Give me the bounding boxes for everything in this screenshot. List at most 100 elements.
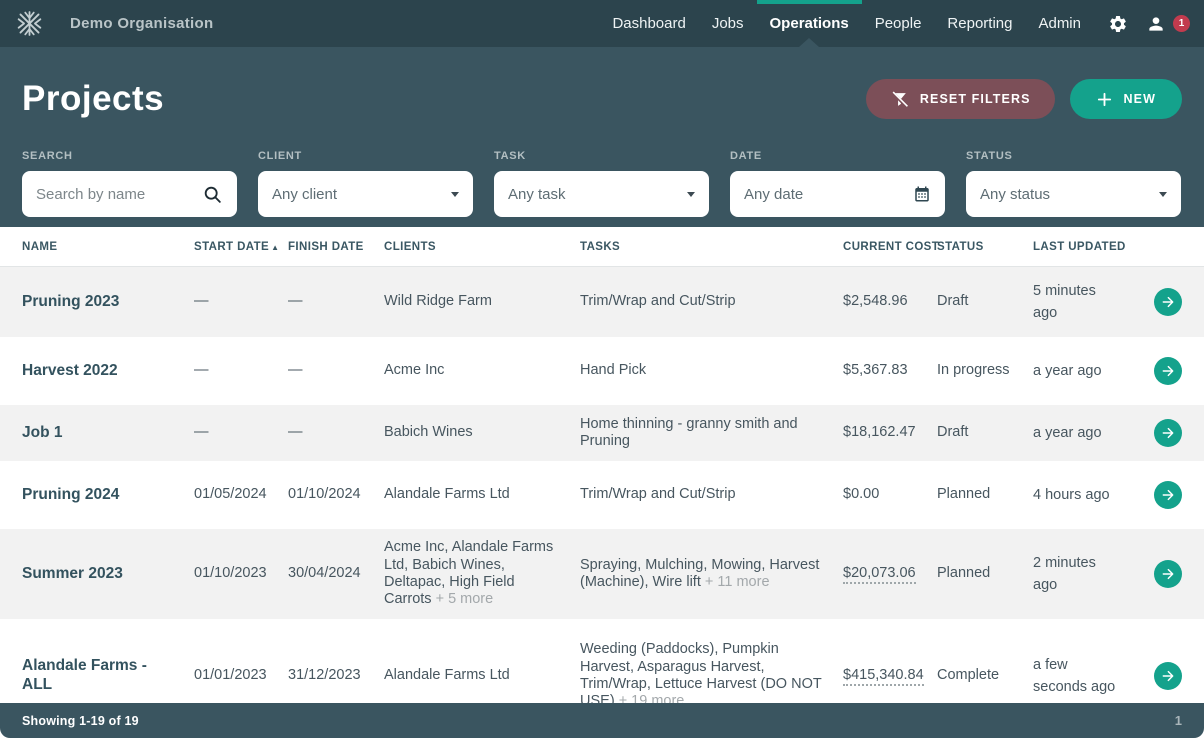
clients-cell: Alandale Farms Ltd	[384, 486, 580, 503]
plus-icon	[1096, 91, 1113, 108]
nav-item-reporting[interactable]: Reporting	[934, 0, 1025, 47]
open-project-button[interactable]	[1154, 560, 1182, 588]
task-filter-label: TASK	[494, 150, 709, 162]
notification-badge[interactable]: 1	[1173, 15, 1190, 32]
arrow-right-icon	[1160, 294, 1176, 310]
project-name[interactable]: Job 1	[22, 424, 194, 443]
open-project-button[interactable]	[1154, 662, 1182, 690]
start-date: 01/01/2023	[194, 667, 288, 684]
column-header-last-updated[interactable]: LAST UPDATED	[1033, 241, 1131, 253]
chevron-down-icon	[687, 192, 695, 197]
column-header-start-date[interactable]: START DATE▲	[194, 241, 288, 253]
top-navigation-bar: Demo Organisation Dashboard Jobs Operati…	[0, 0, 1204, 47]
table-footer: Showing 1-19 of 19 1	[0, 703, 1204, 738]
arrow-right-icon	[1160, 566, 1176, 582]
finish-date: —	[288, 424, 384, 441]
tasks-more-count[interactable]: + 11 more	[705, 574, 770, 590]
open-project-button[interactable]	[1154, 481, 1182, 509]
current-cost: $5,367.83	[843, 362, 937, 379]
column-header-name[interactable]: NAME	[22, 241, 194, 253]
start-date: —	[194, 293, 288, 310]
filter-search: SEARCH	[22, 150, 237, 217]
reset-filters-button[interactable]: RESET FILTERS	[866, 79, 1055, 119]
project-name[interactable]: Harvest 2022	[22, 362, 194, 381]
finish-date: 01/10/2024	[288, 486, 384, 503]
clients-more-count[interactable]: + 5 more	[436, 591, 494, 607]
nav-item-people[interactable]: People	[862, 0, 935, 47]
table-header-row: NAME START DATE▲ FINISH DATE CLIENTS TAS…	[0, 227, 1204, 267]
task-select[interactable]: Any task	[494, 171, 709, 217]
sort-ascending-icon: ▲	[271, 243, 279, 252]
last-updated: 5 minutes ago	[1033, 280, 1131, 325]
arrow-right-icon	[1160, 487, 1176, 503]
filter-task: TASK Any task	[494, 150, 709, 217]
projects-table: NAME START DATE▲ FINISH DATE CLIENTS TAS…	[0, 227, 1204, 733]
org-logo-snowflake-icon	[15, 9, 44, 38]
organisation-name: Demo Organisation	[70, 15, 213, 32]
current-cost: $20,073.06	[843, 565, 937, 582]
settings-gear-icon[interactable]	[1108, 14, 1128, 34]
start-date: 01/05/2024	[194, 486, 288, 503]
clients-cell: Acme Inc	[384, 362, 580, 379]
column-header-current-cost[interactable]: CURRENT COST	[843, 241, 937, 253]
column-header-clients[interactable]: CLIENTS	[384, 241, 580, 253]
project-name[interactable]: Pruning 2023	[22, 293, 194, 312]
date-value: Any date	[744, 186, 913, 203]
column-header-finish-date[interactable]: FINISH DATE	[288, 241, 384, 253]
nav-item-operations[interactable]: Operations	[757, 0, 862, 47]
start-date: 01/10/2023	[194, 565, 288, 582]
search-icon[interactable]	[202, 184, 223, 205]
table-row[interactable]: Job 1 — — Babich Wines Home thinning - g…	[0, 405, 1204, 461]
finish-date: —	[288, 362, 384, 379]
user-account-icon[interactable]	[1146, 14, 1166, 34]
project-name[interactable]: Summer 2023	[22, 565, 194, 584]
table-row[interactable]: Harvest 2022 — — Acme Inc Hand Pick $5,3…	[0, 337, 1204, 405]
filter-status: STATUS Any status	[966, 150, 1181, 217]
pagination-page-1[interactable]: 1	[1175, 713, 1182, 728]
chevron-down-icon	[451, 192, 459, 197]
status-cell: Planned	[937, 486, 1033, 503]
calendar-icon[interactable]	[913, 185, 931, 203]
primary-nav: Dashboard Jobs Operations People Reporti…	[599, 0, 1094, 47]
open-project-button[interactable]	[1154, 288, 1182, 316]
clients-cell: Acme Inc, Alandale Farms Ltd, Babich Win…	[384, 539, 580, 609]
clients-cell: Babich Wines	[384, 424, 580, 441]
open-project-button[interactable]	[1154, 419, 1182, 447]
last-updated: 2 minutes ago	[1033, 552, 1131, 597]
search-input-box	[22, 171, 237, 217]
table-row[interactable]: Summer 2023 01/10/2023 30/04/2024 Acme I…	[0, 529, 1204, 619]
current-cost: $415,340.84	[843, 667, 937, 684]
table-row[interactable]: Pruning 2024 01/05/2024 01/10/2024 Aland…	[0, 461, 1204, 529]
client-select-value: Any client	[272, 186, 443, 203]
column-header-status[interactable]: STATUS	[937, 241, 1033, 253]
finish-date: 30/04/2024	[288, 565, 384, 582]
task-select-value: Any task	[508, 186, 679, 203]
nav-item-admin[interactable]: Admin	[1025, 0, 1094, 47]
table-row[interactable]: Pruning 2023 — — Wild Ridge Farm Trim/Wr…	[0, 267, 1204, 337]
nav-item-dashboard[interactable]: Dashboard	[599, 0, 698, 47]
project-name[interactable]: Pruning 2024	[22, 486, 194, 505]
finish-date: 31/12/2023	[288, 667, 384, 684]
last-updated: a year ago	[1033, 360, 1131, 382]
tasks-cell: Trim/Wrap and Cut/Strip	[580, 293, 843, 310]
current-cost: $2,548.96	[843, 293, 937, 310]
nav-item-jobs[interactable]: Jobs	[699, 0, 757, 47]
page-header: Projects RESET FILTERS NEW SEARCH	[0, 47, 1204, 227]
arrow-right-icon	[1160, 668, 1176, 684]
status-cell: Draft	[937, 424, 1033, 441]
date-input-box[interactable]: Any date	[730, 171, 945, 217]
filter-client: CLIENT Any client	[258, 150, 473, 217]
status-select-value: Any status	[980, 186, 1151, 203]
new-project-button[interactable]: NEW	[1070, 79, 1182, 119]
status-select[interactable]: Any status	[966, 171, 1181, 217]
open-project-button[interactable]	[1154, 357, 1182, 385]
client-select[interactable]: Any client	[258, 171, 473, 217]
tasks-cell: Spraying, Mulching, Mowing, Harvest (Mac…	[580, 557, 843, 592]
status-filter-label: STATUS	[966, 150, 1181, 162]
project-name[interactable]: Alandale Farms - ALL	[22, 657, 194, 694]
arrow-right-icon	[1160, 363, 1176, 379]
filters-bar: SEARCH CLIENT Any client TASK Any task	[22, 150, 1182, 217]
column-header-tasks[interactable]: TASKS	[580, 241, 843, 253]
search-input[interactable]	[36, 186, 202, 203]
chevron-down-icon	[1159, 192, 1167, 197]
